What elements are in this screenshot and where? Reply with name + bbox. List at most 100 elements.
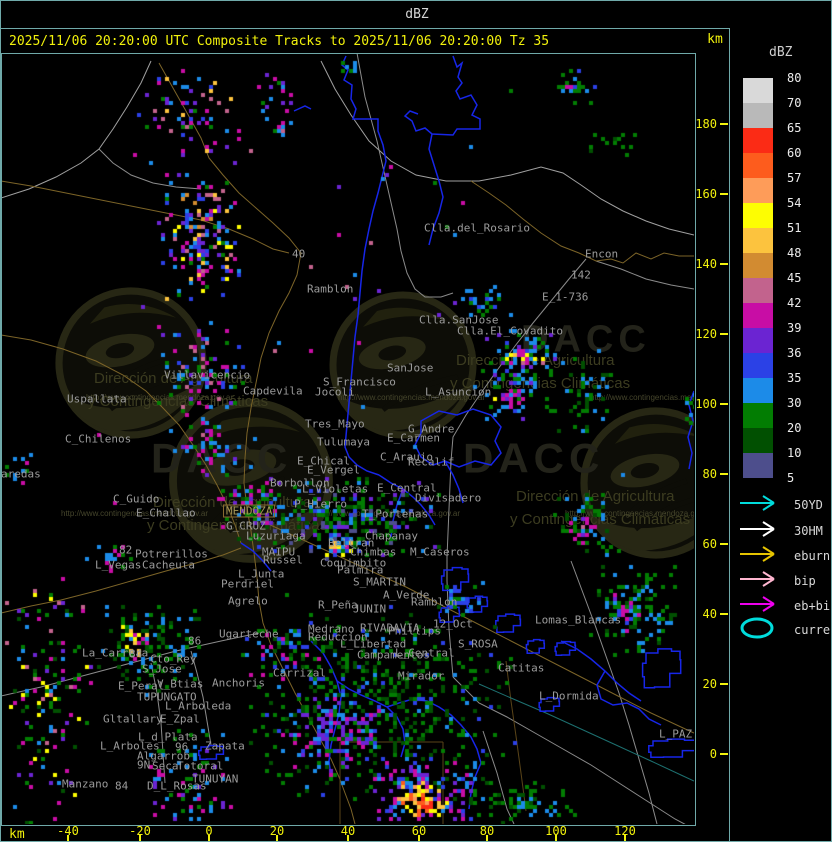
legend-item: 30HM xyxy=(738,519,823,539)
place-label: Totoral xyxy=(177,759,224,773)
subtitle-bar: 2025/11/06 20:20:00 UTC Composite Tracks… xyxy=(1,29,729,53)
place-label: S_MARTIN xyxy=(353,575,406,589)
place-label: Divisadero xyxy=(415,491,482,505)
place-label: L_PAZ xyxy=(659,727,693,741)
place-label: 9N xyxy=(137,758,151,772)
y-tick-label: 180 xyxy=(695,117,717,131)
place-label: Agrelo xyxy=(228,594,268,608)
colorbar-value: 80 xyxy=(787,71,802,85)
place-label: M_Caseros xyxy=(410,545,470,559)
x-tick xyxy=(486,835,488,841)
y-tick xyxy=(720,333,728,335)
track-arrow-icon xyxy=(740,571,775,587)
place-label: Villavicencio xyxy=(164,368,251,382)
place-label: Clla.del_Rosario xyxy=(424,221,530,235)
x-tick xyxy=(624,835,626,841)
place-label: 96 xyxy=(175,740,189,754)
colorbar-value: 10 xyxy=(787,446,802,460)
place-label: Clla.El_Covadito xyxy=(457,324,563,338)
colorbar-value: 5 xyxy=(787,471,795,485)
place-label: Chapanay xyxy=(365,529,418,543)
place-label: C_Guido xyxy=(113,492,160,506)
colorbar-band xyxy=(743,78,773,103)
place-label: Tres_Mayo xyxy=(305,417,365,431)
place-label: Recalif xyxy=(408,455,455,469)
radar-map: DACCDACCDACCDirección de Agriculturay Co… xyxy=(1,53,694,824)
colorbar-value: 20 xyxy=(787,421,802,435)
y-tick-label: 100 xyxy=(695,397,717,411)
city-label-boxed: MENDOZA xyxy=(223,504,276,518)
y-tick xyxy=(720,123,728,125)
place-label: Tulumaya xyxy=(317,435,370,449)
colorbar-value: 30 xyxy=(787,396,802,410)
legend-label: eburn xyxy=(794,549,831,563)
place-label: Manzano xyxy=(62,777,109,791)
track-arrow-icon xyxy=(740,596,775,612)
place-label: 82 xyxy=(119,543,133,557)
y-tick-label: 0 xyxy=(709,747,717,761)
y-tick-label: 140 xyxy=(695,257,717,271)
colorbar-value: 36 xyxy=(787,346,802,360)
place-label: E_Vergel xyxy=(307,463,360,477)
colorbar-title: dBZ xyxy=(769,45,793,60)
place-label: P_Hierro xyxy=(294,497,347,511)
colorbar-band xyxy=(743,178,773,203)
place-label: L_Central xyxy=(395,646,455,660)
colorbar-value: 35 xyxy=(787,371,802,385)
place-label: Ramblon xyxy=(411,595,458,609)
x-tick xyxy=(208,835,210,841)
colorbar-value: 60 xyxy=(787,146,802,160)
colorbar-value: 42 xyxy=(787,296,802,310)
colorbar-band xyxy=(743,228,773,253)
place-label: aredas xyxy=(1,467,41,481)
legend-item: eb+bip xyxy=(738,594,831,614)
place-label: V_Btias xyxy=(157,677,204,691)
colorbar-value: 57 xyxy=(787,171,802,185)
y-tick-label: 40 xyxy=(702,607,717,621)
place-label: Jocoli xyxy=(315,385,355,399)
y-tick-label: 60 xyxy=(702,537,717,551)
place-label: Anchoris xyxy=(212,676,265,690)
colorbar-band xyxy=(743,378,773,403)
legend-item: current xyxy=(738,617,831,639)
x-tick xyxy=(347,835,349,841)
y-tick-label: 80 xyxy=(702,467,717,481)
place-label: E_1-736 xyxy=(542,290,589,304)
place-label: 84 xyxy=(115,779,129,793)
place-label: Cacheuta xyxy=(142,558,195,572)
colorbar-value: 45 xyxy=(787,271,802,285)
legend-label: bip xyxy=(794,574,816,588)
place-label: Ramblon xyxy=(307,282,354,296)
colorbar-value: 39 xyxy=(787,321,802,335)
track-arrow-icon xyxy=(740,521,775,537)
legend-item: 50YD xyxy=(738,493,823,513)
title-bar: dBZ xyxy=(1,1,831,29)
colorbar-band xyxy=(743,428,773,453)
place-label: JUNIN xyxy=(353,602,387,616)
colorbar-band xyxy=(743,403,773,428)
place-label: S_ROSA xyxy=(458,637,498,651)
track-arrow-icon xyxy=(740,495,775,511)
place-label: TUNUYAN xyxy=(192,772,239,786)
colorbar-value: 70 xyxy=(787,96,802,110)
y-tick xyxy=(720,613,728,615)
place-label: T_Porteñas xyxy=(362,507,429,521)
colorbar-value: 54 xyxy=(787,196,802,210)
colorbar-band xyxy=(743,328,773,353)
x-tick xyxy=(139,835,141,841)
place-label: 40 xyxy=(292,247,306,261)
colorbar-band xyxy=(743,278,773,303)
colorbar-band xyxy=(743,303,773,328)
track-arrow-icon xyxy=(740,546,775,562)
place-label: R_Peña xyxy=(318,598,358,612)
place-label: L_Violetas xyxy=(302,482,369,496)
place-label: E_Challao xyxy=(136,506,196,520)
y-tick xyxy=(720,753,728,755)
x-tick xyxy=(418,835,420,841)
colorbar-band xyxy=(743,103,773,128)
colorbar-band xyxy=(743,253,773,278)
legend-item: eburn xyxy=(738,544,830,564)
y-tick-label: 160 xyxy=(695,187,717,201)
place-label: C_Chilenos xyxy=(65,432,132,446)
y-tick-label: 20 xyxy=(702,677,717,691)
